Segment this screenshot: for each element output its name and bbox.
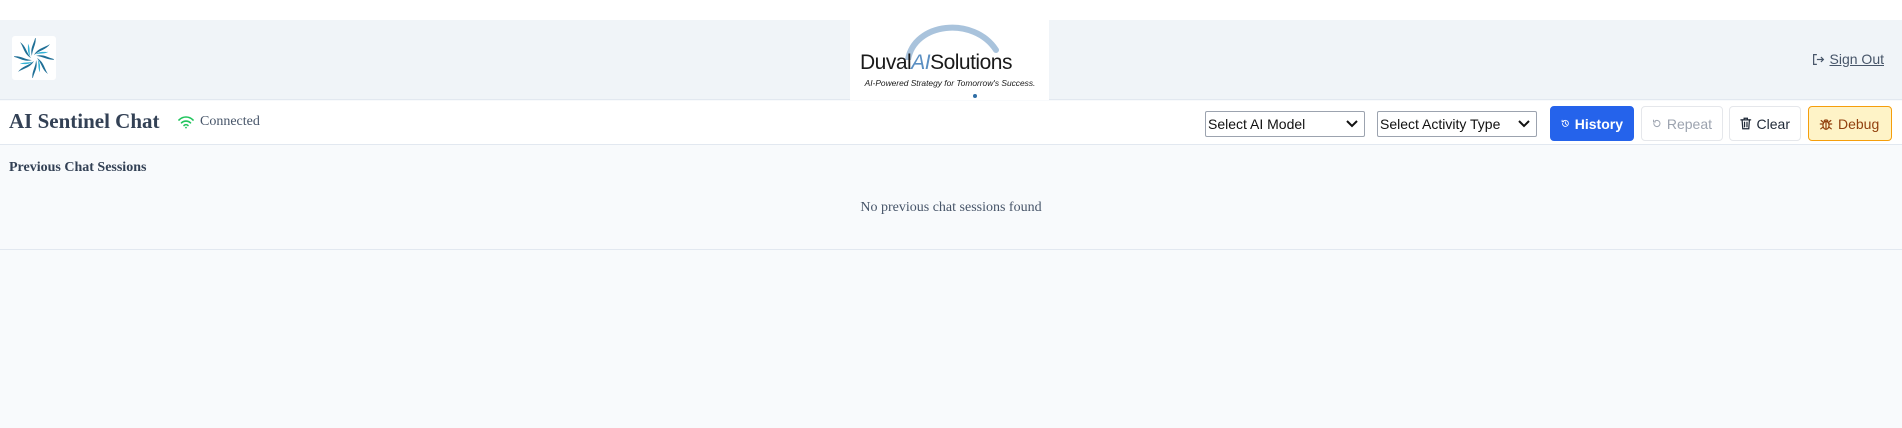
brand-name: DuvalAISolutions bbox=[860, 51, 1012, 74]
connection-status-label: Connected bbox=[200, 114, 260, 129]
bug-icon bbox=[1819, 118, 1833, 130]
sign-out-icon bbox=[1812, 53, 1824, 65]
brand-tagline: AI-Powered Strategy for Tomorrow's Succe… bbox=[864, 78, 1036, 88]
chat-history-panel: Previous Chat Sessions No previous chat … bbox=[0, 146, 1902, 250]
history-button-label: History bbox=[1574, 115, 1623, 132]
spiral-logo-icon bbox=[14, 38, 54, 78]
debug-button[interactable]: Debug bbox=[1808, 106, 1892, 141]
ai-model-select[interactable]: Select AI Model bbox=[1205, 111, 1365, 137]
history-panel-title: Previous Chat Sessions bbox=[9, 160, 147, 175]
debug-button-label: Debug bbox=[1838, 115, 1880, 132]
chevron-down-icon bbox=[1346, 120, 1358, 128]
wifi-icon bbox=[178, 116, 194, 129]
sign-out-link[interactable]: Sign Out bbox=[1812, 51, 1884, 67]
app-logo[interactable] bbox=[12, 36, 56, 80]
chat-toolbar: AI Sentinel Chat Connected Select AI Mod… bbox=[0, 101, 1902, 145]
activity-type-select-value: Select Activity Type bbox=[1380, 116, 1501, 132]
sign-out-label: Sign Out bbox=[1829, 51, 1884, 67]
history-empty-message: No previous chat sessions found bbox=[860, 200, 1042, 215]
clock-history-icon bbox=[1561, 119, 1569, 127]
app-header: DuvalAISolutions AI-Powered Strategy for… bbox=[0, 20, 1902, 100]
chevron-down-icon bbox=[1518, 120, 1530, 128]
activity-type-select[interactable]: Select Activity Type bbox=[1377, 111, 1537, 137]
repeat-button[interactable]: Repeat bbox=[1641, 106, 1723, 141]
connection-status: Connected bbox=[178, 114, 260, 130]
page-title: AI Sentinel Chat bbox=[9, 109, 160, 133]
clear-button-label: Clear bbox=[1756, 115, 1790, 132]
clear-button[interactable]: Clear bbox=[1729, 106, 1801, 141]
ai-model-select-value: Select AI Model bbox=[1208, 116, 1306, 132]
trash-icon bbox=[1740, 117, 1752, 130]
history-button[interactable]: History bbox=[1550, 106, 1634, 141]
brand-dot bbox=[973, 94, 977, 98]
repeat-button-label: Repeat bbox=[1666, 115, 1712, 132]
top-strip bbox=[0, 0, 1902, 20]
brand-logo: DuvalAISolutions AI-Powered Strategy for… bbox=[850, 20, 1049, 100]
refresh-icon bbox=[1653, 119, 1661, 127]
